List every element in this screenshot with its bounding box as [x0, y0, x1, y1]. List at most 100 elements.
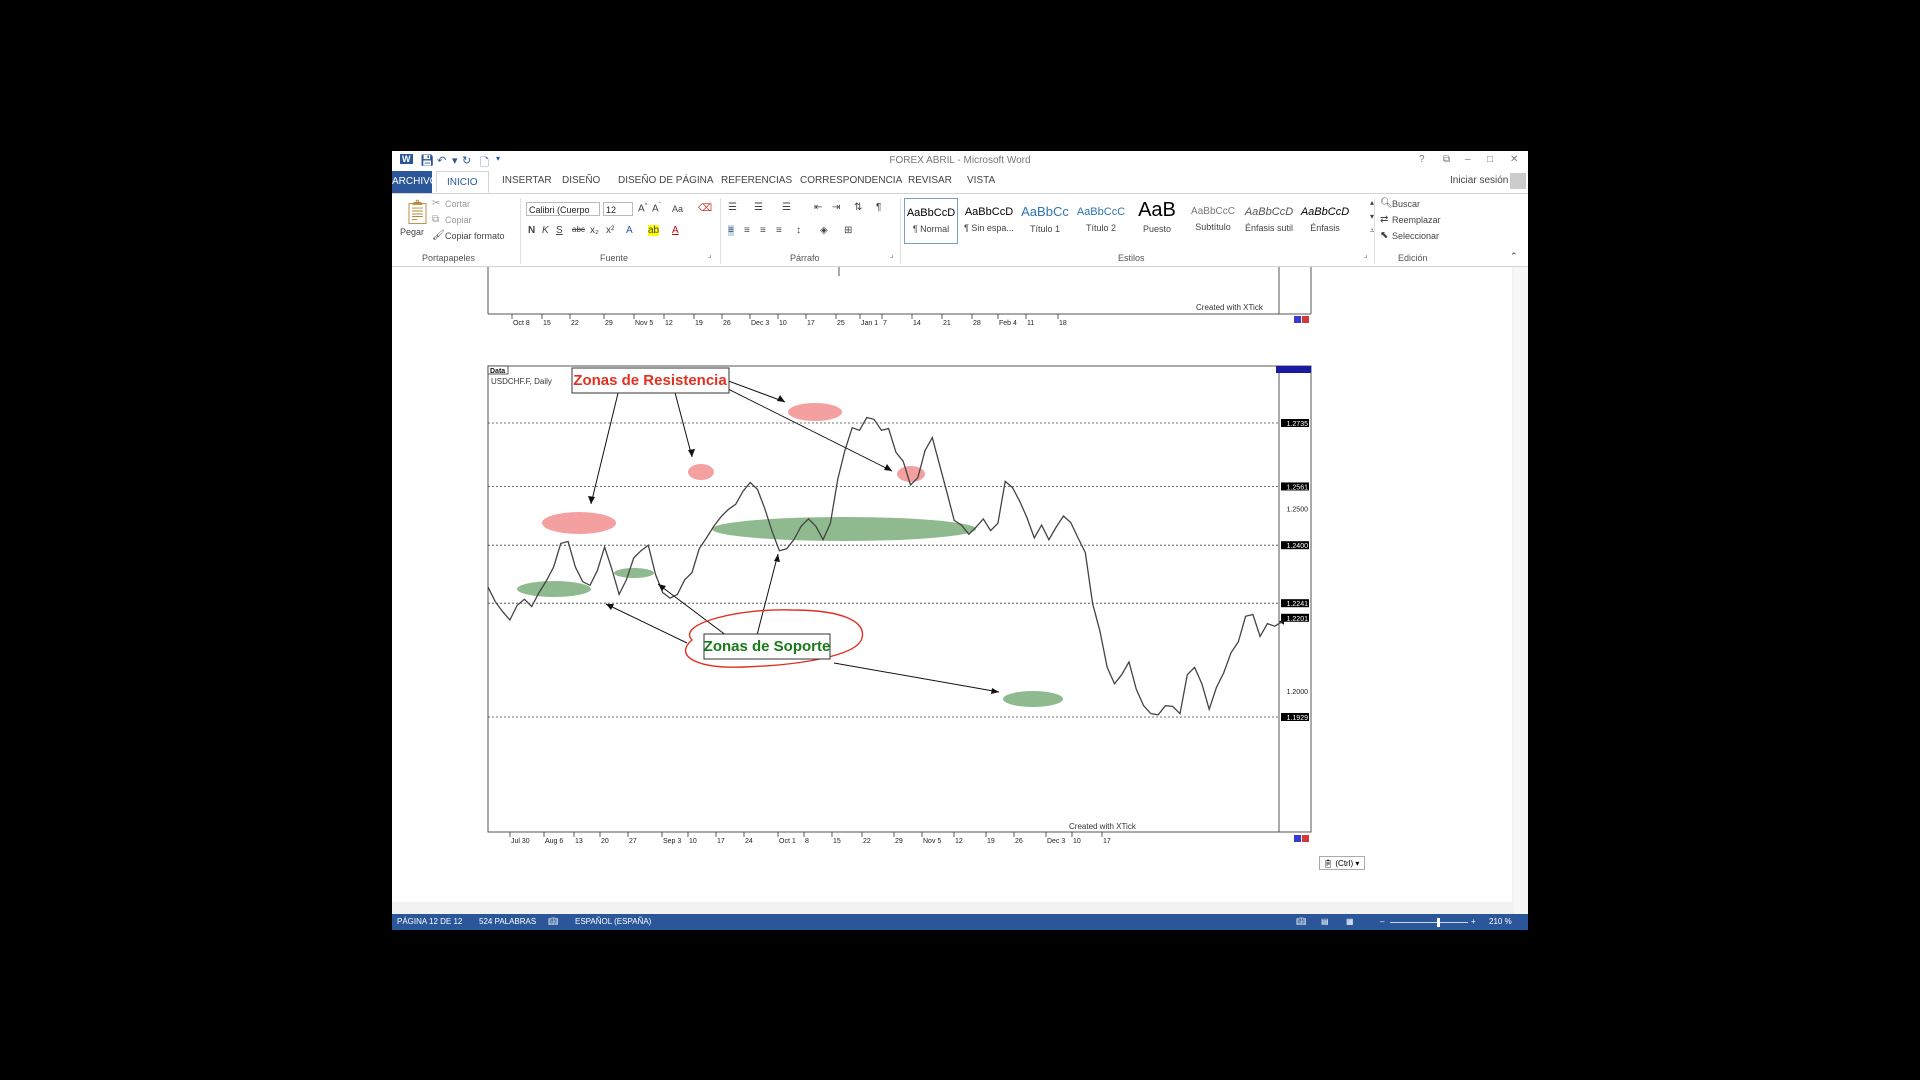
shading-icon[interactable]: ◈ — [820, 225, 828, 236]
format-painter-button[interactable]: Copiar formato — [445, 231, 505, 241]
style-sin-espaciado[interactable]: AaBbCcD ¶ Sin espa... — [962, 198, 1016, 244]
font-size-box[interactable]: 12 — [603, 202, 633, 216]
style-name: Énfasis — [1310, 223, 1340, 233]
text-effects-icon[interactable]: A — [626, 225, 633, 236]
paragraph-dialog-launcher-icon[interactable]: ⌟ — [890, 251, 893, 259]
style-subtitulo[interactable]: AaBbCcC Subtítulo — [1186, 198, 1240, 244]
style-titulo-2[interactable]: AaBbCcC Título 2 — [1074, 198, 1128, 244]
justify-icon[interactable]: ≡ — [776, 225, 782, 236]
shrink-font-icon[interactable]: Aˇ — [652, 203, 661, 214]
tab-revisar[interactable]: REVISAR — [908, 175, 952, 186]
copy-button[interactable]: Copiar — [445, 215, 472, 225]
numbering-icon[interactable]: ☰ — [754, 202, 763, 213]
style-enfasis-sutil[interactable]: AaBbCcD Énfasis sutil — [1242, 198, 1296, 244]
align-center-icon[interactable]: ≡ — [744, 225, 750, 236]
collapse-ribbon-icon[interactable]: ⌃ — [1510, 251, 1518, 262]
minimize-button[interactable]: – — [1465, 154, 1471, 165]
tab-referencias[interactable]: REFERENCIAS — [721, 175, 792, 186]
tab-diseno-de-pagina[interactable]: DISEÑO DE PÁGINA — [618, 175, 714, 186]
underline-icon[interactable]: S — [556, 225, 563, 236]
top-chart-red-handle[interactable] — [1302, 316, 1309, 323]
paste-icon[interactable]: 📋︎ — [402, 198, 432, 227]
status-bar: PÁGINA 12 DE 12 524 PALABRAS 📖︎ ESPAÑOL … — [392, 914, 1528, 930]
language-indicator[interactable]: ESPAÑOL (ESPAÑA) — [575, 917, 651, 926]
style-titulo-1[interactable]: AaBbCc Título 1 — [1018, 198, 1072, 244]
web-layout-icon[interactable]: ▦ — [1346, 917, 1354, 926]
grow-font-icon[interactable]: A^ — [638, 203, 648, 214]
font-color-icon[interactable]: A — [672, 225, 679, 236]
print-layout-icon[interactable]: ▤ — [1321, 917, 1329, 926]
zoom-slider-thumb[interactable] — [1437, 918, 1440, 927]
tab-vista[interactable]: VISTA — [967, 175, 995, 186]
select-button[interactable]: Seleccionar — [1392, 231, 1439, 241]
style-preview: AaBbCcD — [964, 206, 1014, 218]
bullets-icon[interactable]: ☰ — [728, 202, 737, 213]
proofing-icon[interactable]: 📖︎ — [548, 917, 558, 926]
main-chart-watermark: Created with XTick — [1069, 822, 1137, 831]
borders-icon[interactable]: ⊞ — [844, 225, 852, 236]
style-puesto[interactable]: AaB Puesto — [1130, 198, 1184, 244]
word-count[interactable]: 524 PALABRAS — [479, 917, 536, 926]
tab-archivo[interactable]: ARCHIVO — [392, 171, 438, 193]
subscript-icon[interactable]: x₂ — [590, 225, 599, 236]
increase-indent-icon[interactable]: ⇥ — [832, 202, 840, 213]
highlight-icon[interactable]: ab — [648, 225, 660, 236]
show-marks-icon[interactable]: ¶ — [876, 202, 881, 213]
user-avatar[interactable] — [1510, 173, 1526, 189]
paste-options-button[interactable]: 📋︎ (Ctrl) ▾ — [1319, 856, 1365, 870]
zoom-in-icon[interactable]: + — [1471, 917, 1476, 926]
decrease-indent-icon[interactable]: ⇤ — [814, 202, 822, 213]
top-chart-blue-handle[interactable] — [1294, 316, 1301, 323]
align-right-icon[interactable]: ≡ — [760, 225, 766, 236]
find-button[interactable]: Buscar — [1392, 199, 1420, 209]
font-dialog-launcher-icon[interactable]: ⌟ — [708, 251, 711, 259]
style-enfasis[interactable]: AaBbCcD Énfasis — [1298, 198, 1352, 244]
page-count[interactable]: PÁGINA 12 DE 12 — [397, 917, 462, 926]
group-separator — [1374, 198, 1375, 264]
ribbon-display-button[interactable]: ⧉ — [1443, 154, 1450, 165]
close-button[interactable]: ✕ — [1510, 154, 1518, 165]
change-case-button[interactable]: Aa — [672, 204, 683, 214]
ribbon: 📋︎ Pegar ✂ Cortar ⧉ Copiar 🖌︎ Copiar for… — [392, 193, 1528, 267]
replace-button[interactable]: Reemplazar — [1392, 215, 1441, 225]
help-button[interactable]: ? — [1419, 154, 1425, 165]
styles-dialog-launcher-icon[interactable]: ⌟ — [1364, 251, 1367, 259]
font-name-box[interactable]: Calibri (Cuerpo — [526, 202, 600, 216]
tab-correspondencia[interactable]: CORRESPONDENCIA — [800, 175, 902, 186]
line-spacing-icon[interactable]: ↕ — [796, 225, 801, 236]
bold-icon[interactable]: N — [528, 225, 535, 236]
group-separator — [900, 198, 901, 264]
vertical-scrollbar[interactable] — [1514, 267, 1528, 914]
tab-diseno[interactable]: DISEÑO — [562, 175, 600, 186]
support-zone — [614, 568, 654, 578]
style-normal[interactable]: AaBbCcD ¶ Normal — [904, 198, 958, 244]
maximize-button[interactable]: □ — [1487, 154, 1493, 165]
main-chart-blue-handle[interactable] — [1294, 835, 1301, 842]
group-separator — [720, 198, 721, 264]
tab-insertar[interactable]: INSERTAR — [502, 175, 552, 186]
top-chart-x-ticks: Oct 8 15 22 29 Nov 5 12 19 26 Dec 3 10 17 25 Jan 1 7 1… — [511, 314, 1067, 327]
multilevel-list-icon[interactable]: ☰ — [782, 202, 791, 213]
cut-button[interactable]: Cortar — [445, 199, 470, 209]
price-axis-header — [1276, 366, 1311, 373]
italic-icon[interactable]: K — [542, 225, 549, 236]
superscript-icon[interactable]: x² — [606, 225, 614, 236]
zoom-slider-track[interactable] — [1390, 922, 1468, 923]
top-x-tick-label: Jan 1 — [861, 320, 878, 327]
sort-icon[interactable]: ⇅ — [854, 202, 862, 213]
sign-in-link[interactable]: Iniciar sesión — [1450, 175, 1508, 186]
strikethrough-icon[interactable]: abc — [572, 225, 585, 234]
y-tick-label: 1.2500 — [1287, 507, 1309, 514]
paste-button[interactable]: Pegar — [400, 227, 424, 237]
align-left-icon[interactable]: ≡ — [728, 225, 734, 236]
top-x-tick-label: 21 — [943, 320, 951, 327]
tab-inicio[interactable]: INICIO — [436, 171, 489, 193]
zoom-out-icon[interactable]: – — [1380, 917, 1384, 926]
read-mode-icon[interactable]: 📖︎ — [1296, 917, 1306, 926]
clipboard-group-label: Portapapeles — [422, 253, 476, 263]
clear-formatting-icon[interactable]: ⌫ — [698, 203, 712, 214]
main-chart-red-handle[interactable] — [1302, 835, 1309, 842]
zoom-level[interactable]: 210 % — [1489, 917, 1512, 926]
x-tick-label: Nov 5 — [923, 838, 941, 845]
document-page[interactable]: Created with XTick Oct 8 15 22 29 Nov 5 12 19 2… — [392, 267, 1512, 902]
